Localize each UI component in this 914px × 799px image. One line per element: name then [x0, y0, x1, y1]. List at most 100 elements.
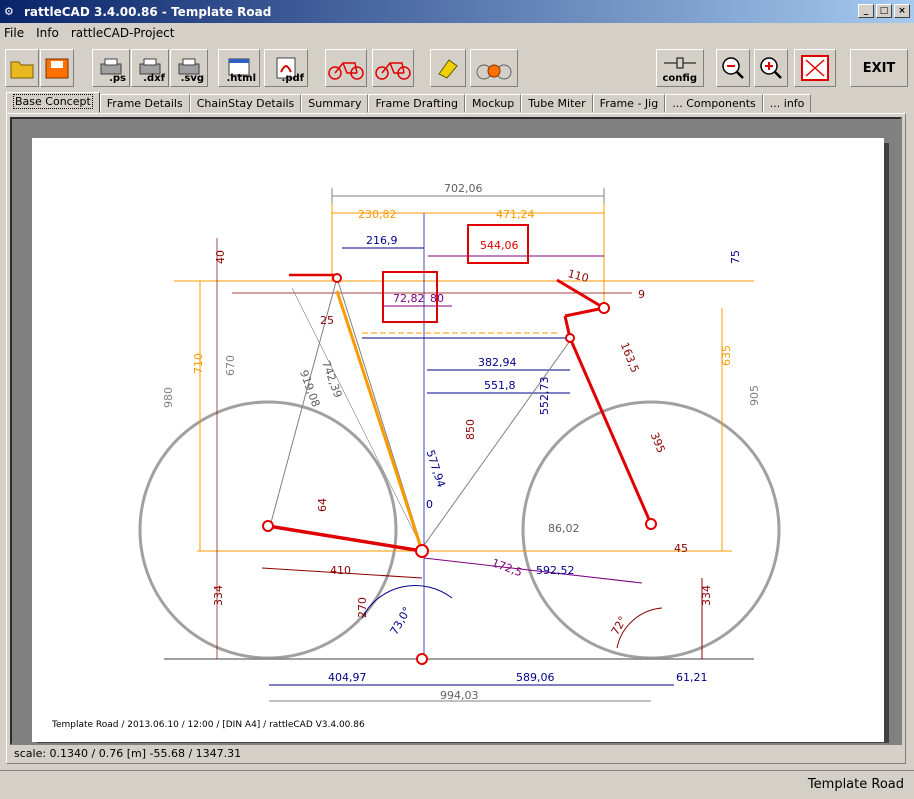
dim-seat-ang: 73,0° [388, 605, 414, 637]
open-file-button[interactable] [5, 49, 39, 87]
drawing-sheet: 702,06 230,82 471,24 216,9 544,06 75 40 … [32, 138, 884, 742]
zoom-in-button[interactable] [754, 49, 788, 87]
dim-wb-left: 404,97 [328, 671, 367, 684]
dim-wb-right: 589,06 [516, 671, 555, 684]
tab-tube-miter[interactable]: Tube Miter [521, 94, 593, 113]
tab-summary[interactable]: Summary [301, 94, 369, 113]
config-label: config [662, 73, 698, 84]
dim-saddle-x: 216,9 [366, 234, 398, 247]
seat-tube [335, 290, 424, 552]
scale-readout: scale: 0.1340 / 0.76 [m] -55.68 / 1347.3… [14, 747, 242, 760]
tab-frame-jig[interactable]: Frame - Jig [592, 94, 666, 113]
dim-trail: 45 [674, 542, 688, 555]
tab-label: Base Concept [13, 94, 93, 109]
dim-tt-eff: 551,8 [484, 379, 516, 392]
fit-to-window-button[interactable] [794, 49, 836, 87]
bike-app-icon: ⚙ [4, 4, 14, 18]
dim-saddle-h: 980 [162, 387, 175, 408]
eraser-icon [438, 59, 458, 79]
dim-seat-left: 40 [214, 250, 227, 264]
dxf-label: .dxf [143, 73, 165, 84]
dim-bb-sad: 850 [464, 419, 477, 440]
dim-seat-off: 25 [320, 314, 334, 327]
maximize-button[interactable]: □ [876, 4, 892, 18]
title-bar: ⚙ rattleCAD 3.4.00.86 - Template Road _ … [0, 0, 914, 23]
dim-fc: 592,52 [536, 564, 575, 577]
folder-icon [10, 61, 34, 79]
dim-reach: 544,06 [480, 239, 519, 252]
dim-cs-small: 64 [316, 498, 329, 512]
export-svg-button[interactable]: .svg [170, 49, 208, 87]
dim-top-left: 230,82 [358, 208, 397, 221]
svg-label: .svg [180, 73, 204, 84]
menu-file[interactable]: File [4, 26, 24, 40]
drawing-canvas[interactable]: 702,06 230,82 471,24 216,9 544,06 75 40 … [10, 117, 902, 745]
export-pdf-button[interactable]: .pdf [264, 49, 308, 87]
dim-right-h: 905 [748, 385, 761, 406]
status-bar: Template Road [0, 770, 914, 799]
dim-wb-total: 994,03 [440, 689, 479, 702]
export-dxf-button[interactable]: .dxf [131, 49, 169, 87]
dim-orange-h: 710 [192, 353, 205, 374]
dim-drop-len: 552,73 [538, 377, 551, 416]
dim-bb-angle: 172,5 [490, 556, 524, 579]
tab-frame-drafting[interactable]: Frame Drafting [368, 94, 465, 113]
dim-right-wheel-h: 334 [700, 585, 713, 606]
zoom-in-icon [760, 57, 782, 79]
dim-bb-h: 270 [356, 597, 369, 618]
config-button[interactable]: config [656, 49, 704, 87]
dim-top-right: 471,24 [496, 208, 535, 221]
pdf-label: .pdf [281, 73, 304, 84]
zoom-out-icon [722, 57, 744, 79]
dim-bb-drop: 86,02 [548, 522, 580, 535]
dim-stem-angle: 9 [638, 288, 645, 301]
dim-overhang: 61,21 [676, 671, 708, 684]
dim-stack-top: 75 [729, 250, 742, 264]
tab-frame-details[interactable]: Frame Details [99, 94, 190, 113]
menu-info[interactable]: Info [36, 26, 59, 40]
exit-button[interactable]: EXIT [850, 49, 908, 87]
tab-base-concept[interactable]: Base Concept [6, 92, 100, 113]
render-button[interactable] [470, 49, 518, 87]
save-icon [45, 58, 69, 79]
ps-label: .ps [109, 73, 126, 84]
bicycle-icon [328, 62, 364, 80]
dim-ht-len: 163,5 [618, 341, 642, 375]
tab-mockup[interactable]: Mockup [464, 94, 522, 113]
save-file-button[interactable] [40, 49, 74, 87]
export-html-button[interactable]: .html [218, 49, 260, 87]
dim-zero: 0 [426, 498, 433, 511]
dim-top-total: 702,06 [444, 182, 483, 195]
dim-st-len: 670 [224, 355, 237, 376]
tab-bar: Base Concept Frame Details ChainStay Det… [6, 92, 812, 113]
toolbar: .ps .dxf .svg .html .pdf config EXIT [0, 44, 914, 92]
project-name: Template Road [807, 777, 904, 792]
dim-cs-len: 410 [330, 564, 351, 577]
tab-components[interactable]: ... Components [665, 94, 763, 113]
exit-label: EXIT [862, 60, 896, 76]
dim-seat-tube-len: 742,39 [319, 359, 344, 400]
bike-view-button-1[interactable] [325, 49, 367, 87]
dim-orange-r: 635 [720, 345, 733, 366]
tab-chainstay-details[interactable]: ChainStay Details [189, 94, 302, 113]
bike-view-button-2[interactable] [372, 49, 414, 87]
clear-button[interactable] [430, 49, 466, 87]
slider-icon [664, 57, 696, 69]
dim-diag: 919,08 [297, 368, 322, 409]
export-ps-button[interactable]: .ps [92, 49, 130, 87]
tab-info[interactable]: ... info [762, 94, 812, 113]
drawing-stamp: Template Road / 2013.06.10 / 12:00 / [DI… [52, 720, 365, 730]
minimize-button[interactable]: _ [858, 4, 874, 18]
dim-stem: 110 [566, 267, 590, 285]
zoom-out-button[interactable] [716, 49, 750, 87]
menu-bar: File Info rattleCAD-Project [0, 23, 914, 42]
bike-geometry-drawing[interactable]: 702,06 230,82 471,24 216,9 544,06 75 40 … [32, 138, 884, 742]
dim-head-small: 80 [430, 292, 444, 305]
dim-tt-h: 382,94 [478, 356, 517, 369]
bike-gear-icon [476, 64, 512, 80]
dim-fork-len: 395 [648, 431, 668, 455]
close-button[interactable]: × [894, 4, 910, 18]
menu-project[interactable]: rattleCAD-Project [71, 26, 175, 40]
dim-head-ang: 72° [609, 614, 630, 637]
fit-expand-icon [801, 55, 829, 81]
